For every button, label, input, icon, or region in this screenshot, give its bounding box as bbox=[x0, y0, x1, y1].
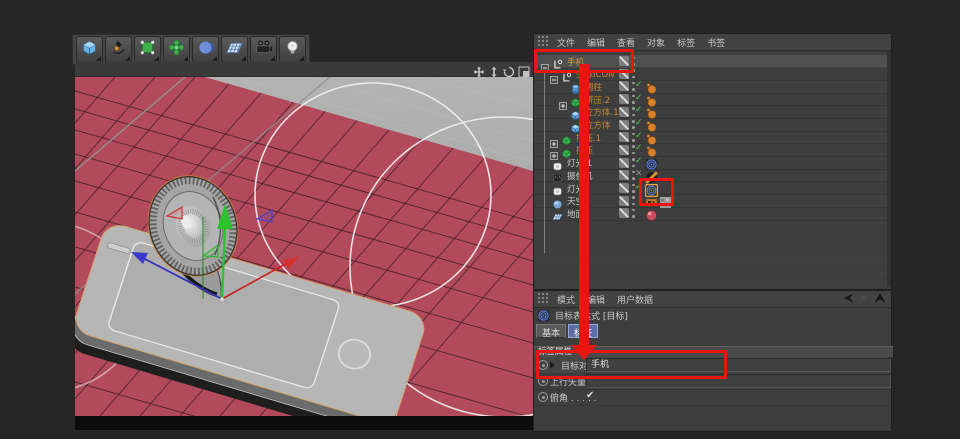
cube-primitive-tool-button[interactable] bbox=[76, 36, 103, 63]
generator-cube-tool-button[interactable] bbox=[134, 36, 161, 63]
attribute-title: 目标表达式 [目标] bbox=[555, 309, 628, 322]
target-tag-icon[interactable] bbox=[645, 156, 658, 169]
enabled-check-icon[interactable]: ✓ bbox=[635, 131, 643, 141]
object-manager-menu-item-1[interactable]: 编辑 bbox=[581, 36, 611, 49]
floor-object-icon bbox=[552, 207, 563, 218]
enabled-check-icon[interactable]: ✓ bbox=[635, 105, 643, 115]
annotation-arrow-shaft bbox=[579, 64, 589, 345]
enabled-check-icon[interactable]: ✓ bbox=[635, 143, 643, 153]
expand-toggle-icon[interactable] bbox=[550, 133, 558, 141]
camera-object-icon bbox=[552, 169, 563, 180]
layer-toggle-icon[interactable] bbox=[619, 145, 629, 155]
extrude-object-icon bbox=[561, 131, 572, 142]
layer-toggle-icon[interactable] bbox=[619, 132, 629, 142]
attribute-manager-grip-icon[interactable] bbox=[534, 293, 551, 306]
environment-sphere-tool-button[interactable] bbox=[192, 36, 219, 63]
cube-primitive-icon bbox=[80, 38, 99, 61]
generator-cube-icon bbox=[138, 38, 157, 61]
tab-basic[interactable]: 基本 bbox=[536, 324, 566, 338]
enabled-check-icon[interactable]: ✓ bbox=[635, 93, 643, 103]
extrude-object-icon bbox=[561, 144, 572, 155]
attribute-manager-menu-item-2[interactable]: 用户数据 bbox=[611, 293, 659, 306]
object-label: 立方体.1 bbox=[585, 106, 619, 118]
attribute-history-nav bbox=[839, 292, 887, 304]
object-manager-scrollbar[interactable] bbox=[887, 51, 891, 287]
enabled-check-icon[interactable]: ✓ bbox=[635, 118, 643, 128]
environment-sphere-icon bbox=[196, 38, 215, 61]
annotation-rect-target-tag bbox=[639, 178, 674, 206]
phong-tag-icon[interactable] bbox=[645, 80, 658, 93]
pitch-checkbox[interactable]: ✔ bbox=[586, 390, 594, 401]
phong-tag-icon[interactable] bbox=[645, 105, 658, 118]
toggle-view-icon[interactable] bbox=[518, 63, 530, 75]
attribute-manager-menu-item-0[interactable]: 模式 bbox=[551, 293, 581, 306]
annotation-rect-target-field bbox=[536, 350, 727, 379]
phong-tag-icon[interactable] bbox=[645, 143, 658, 156]
pitch-row: 俯角 . . . . . ✔ bbox=[534, 389, 889, 406]
viewport-header bbox=[75, 62, 533, 77]
layer-toggle-icon[interactable] bbox=[619, 158, 629, 168]
layer-toggle-icon[interactable] bbox=[619, 170, 629, 180]
material-red-tag-icon[interactable] bbox=[645, 207, 658, 220]
camera-tool-button[interactable] bbox=[250, 36, 277, 63]
light-icon bbox=[283, 38, 302, 61]
layer-toggle-icon[interactable] bbox=[619, 120, 629, 130]
object-manager-menu-item-0[interactable]: 文件 bbox=[551, 36, 581, 49]
visibility-dots-icon[interactable] bbox=[632, 209, 635, 218]
floor-grid-tool-button[interactable] bbox=[221, 36, 248, 63]
viewport-panel bbox=[75, 62, 533, 430]
enabled-check-icon[interactable]: ✓ bbox=[635, 80, 643, 90]
layer-toggle-icon[interactable] bbox=[619, 107, 629, 117]
rotate-view-icon[interactable] bbox=[503, 63, 515, 75]
visibility-dots-icon[interactable] bbox=[632, 196, 635, 205]
dolly-zoom-icon[interactable] bbox=[488, 63, 500, 75]
go-up-icon[interactable] bbox=[873, 292, 887, 304]
layer-toggle-icon[interactable] bbox=[619, 208, 629, 218]
light-object-icon bbox=[552, 182, 563, 193]
light-tool-button[interactable] bbox=[279, 36, 306, 63]
application-window: 文件编辑查看对象标签书签 手机坐标ICON圆柱✓挤压.2✓立方体.1✓立方体✓挤… bbox=[0, 0, 960, 439]
object-manager-grip-icon[interactable] bbox=[534, 36, 551, 49]
spline-pen-icon bbox=[109, 38, 128, 61]
layer-toggle-icon[interactable] bbox=[619, 94, 629, 104]
annotation-rect-phone-object bbox=[534, 49, 634, 73]
modeling-flower-tool-button[interactable] bbox=[163, 36, 190, 63]
expand-toggle-icon[interactable] bbox=[559, 95, 567, 103]
layer-toggle-icon[interactable] bbox=[619, 81, 629, 91]
phong-tag-icon[interactable] bbox=[645, 118, 658, 131]
sky-object-icon bbox=[552, 195, 563, 206]
modeling-flower-icon bbox=[167, 38, 186, 61]
object-manager-menu-item-3[interactable]: 对象 bbox=[641, 36, 671, 49]
layer-toggle-icon[interactable] bbox=[619, 196, 629, 206]
object-manager-menu-item-4[interactable]: 标签 bbox=[671, 36, 701, 49]
phong-tag-icon[interactable] bbox=[645, 131, 658, 144]
main-toolbar bbox=[72, 34, 310, 65]
expand-toggle-icon[interactable] bbox=[550, 145, 558, 153]
viewport-canvas[interactable] bbox=[75, 77, 533, 416]
camera-icon bbox=[254, 38, 273, 61]
history-back-icon[interactable] bbox=[841, 292, 855, 304]
light-object-icon bbox=[552, 157, 563, 168]
object-manager-menu-item-5[interactable]: 书签 bbox=[701, 36, 731, 49]
enabled-check-icon[interactable]: ✓ bbox=[635, 156, 643, 166]
target-expression-icon bbox=[537, 309, 550, 322]
viewport-letterbox bbox=[75, 416, 533, 430]
floor-grid-icon bbox=[225, 38, 244, 61]
layer-toggle-icon[interactable] bbox=[619, 183, 629, 193]
spline-pen-tool-button[interactable] bbox=[105, 36, 132, 63]
attribute-tabs: 基本标签 bbox=[536, 324, 600, 338]
history-forward-icon[interactable] bbox=[857, 292, 871, 304]
phong-tag-icon[interactable] bbox=[645, 93, 658, 106]
object-manager-menu-item-2[interactable]: 查看 bbox=[611, 36, 641, 49]
pan-icon[interactable] bbox=[473, 63, 485, 75]
keyframe-ring-icon[interactable] bbox=[538, 392, 548, 402]
